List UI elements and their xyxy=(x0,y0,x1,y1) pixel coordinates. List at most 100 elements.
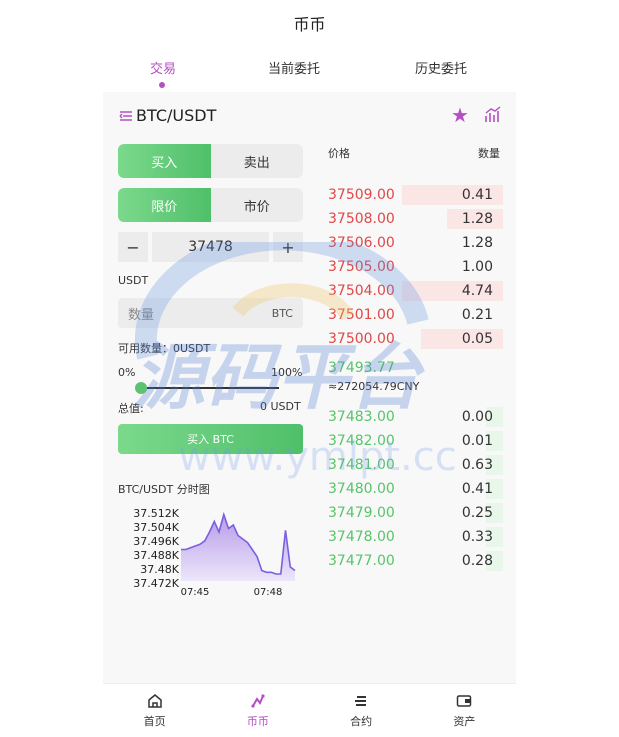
nav-assets[interactable]: 资产 xyxy=(413,684,516,737)
bid-row[interactable]: 37483.00 0.00 xyxy=(328,405,503,429)
last-price-cny: ≈272054.79CNY xyxy=(328,380,420,393)
pair-symbol[interactable]: BTC/USDT xyxy=(136,106,216,125)
top-bar: 币币 xyxy=(103,0,516,46)
tab-trade[interactable]: 交易 xyxy=(150,58,176,77)
ask-qty: 1.28 xyxy=(461,235,493,251)
quantity-input[interactable]: 数量 BTC xyxy=(118,298,303,328)
ask-price: 37501.00 xyxy=(328,307,395,323)
bid-price: 37479.00 xyxy=(328,505,395,521)
y-tick-label: 37.488K xyxy=(133,549,179,562)
nav-coin[interactable]: 币币 xyxy=(206,684,309,737)
slider-max-label: 100% xyxy=(271,366,303,379)
last-price: 37493.77 xyxy=(328,360,395,376)
bid-price: 37480.00 xyxy=(328,481,395,497)
bid-row[interactable]: 37479.00 0.25 xyxy=(328,501,503,525)
bottom-nav: 首页 币币 合约 资产 xyxy=(103,683,516,737)
ask-price: 37506.00 xyxy=(328,235,395,251)
wallet-icon xyxy=(457,695,472,707)
buy-tab[interactable]: 买入 xyxy=(118,144,211,178)
ask-price: 37504.00 xyxy=(328,283,395,299)
bid-qty: 0.25 xyxy=(461,505,493,521)
bid-row[interactable]: 37480.00 0.41 xyxy=(328,477,503,501)
buy-submit-button[interactable]: 买入 BTC xyxy=(118,424,303,454)
tab-history-orders[interactable]: 历史委托 xyxy=(415,58,467,77)
quantity-unit: BTC xyxy=(271,306,293,320)
mini-chart-title: BTC/USDT 分时图 xyxy=(118,483,210,496)
ask-row[interactable]: 37508.00 1.28 xyxy=(328,207,503,231)
bar-chart-icon[interactable] xyxy=(483,104,503,124)
home-icon xyxy=(147,694,162,708)
nav-contract[interactable]: 合约 xyxy=(310,684,413,737)
x-tick-label: 07:48 xyxy=(254,587,283,598)
bid-price: 37478.00 xyxy=(328,529,395,545)
active-tab-indicator xyxy=(159,82,165,88)
sell-tab[interactable]: 卖出 xyxy=(211,144,304,178)
bid-price: 37482.00 xyxy=(328,433,395,449)
price-time-chart: 37.512K37.504K37.496K37.488K37.48K37.472… xyxy=(133,507,296,598)
ask-price: 37509.00 xyxy=(328,187,395,203)
ask-price: 37500.00 xyxy=(328,331,395,347)
nav-home-label: 首页 xyxy=(143,715,166,728)
price-input[interactable]: 37478 xyxy=(152,232,269,262)
ask-qty: 1.28 xyxy=(461,211,493,227)
ask-price: 37505.00 xyxy=(328,259,395,275)
slider-min-label: 0% xyxy=(118,366,136,379)
price-stepper: − 37478 + xyxy=(118,232,303,262)
total-value: 0 USDT xyxy=(260,400,301,413)
ask-qty: 4.74 xyxy=(461,283,493,299)
bid-price: 37477.00 xyxy=(328,553,395,569)
ask-row[interactable]: 37504.00 4.74 xyxy=(328,279,503,303)
price-unit-label: USDT xyxy=(118,274,149,287)
order-type-toggle: 限价 市价 xyxy=(118,188,303,222)
ask-row[interactable]: 37505.00 1.00 xyxy=(328,255,503,279)
price-increase-button[interactable]: + xyxy=(273,232,303,262)
bid-qty: 0.01 xyxy=(461,433,493,449)
available-balance: 可用数量：0USDT xyxy=(118,342,211,355)
ask-row[interactable]: 37506.00 1.28 xyxy=(328,231,503,255)
y-tick-label: 37.504K xyxy=(133,521,179,534)
ask-qty: 0.41 xyxy=(461,187,493,203)
nav-home[interactable]: 首页 xyxy=(103,684,206,737)
percent-slider-track[interactable] xyxy=(141,387,279,389)
y-tick-label: 37.512K xyxy=(133,507,179,520)
page-title: 币币 xyxy=(293,15,326,34)
percent-slider-handle[interactable] xyxy=(135,382,147,394)
bid-row[interactable]: 37477.00 0.28 xyxy=(328,549,503,573)
orderbook-price-header: 价格 xyxy=(328,147,350,160)
ask-row[interactable]: 37509.00 0.41 xyxy=(328,183,503,207)
bid-price: 37483.00 xyxy=(328,409,395,425)
y-tick-label: 37.472K xyxy=(133,577,179,590)
quantity-placeholder: 数量 xyxy=(128,307,155,323)
total-label: 总值: xyxy=(118,402,144,415)
ask-qty: 1.00 xyxy=(461,259,493,275)
nav-contract-label: 合约 xyxy=(350,715,373,728)
market-order-tab[interactable]: 市价 xyxy=(211,188,304,222)
ask-qty: 0.05 xyxy=(461,331,493,347)
bid-qty: 0.33 xyxy=(461,529,493,545)
pair-bar: BTC/USDT ★ xyxy=(103,100,516,134)
ask-row[interactable]: 37500.00 0.05 xyxy=(328,327,503,351)
tab-current-orders[interactable]: 当前委托 xyxy=(268,58,320,77)
ask-row[interactable]: 37501.00 0.21 xyxy=(328,303,503,327)
app-screen: 币币 交易 当前委托 历史委托 BTC/USDT ★ 买入 卖出 限价 市价 −… xyxy=(103,0,516,737)
bid-qty: 0.63 xyxy=(461,457,493,473)
nav-coin-label: 币币 xyxy=(246,715,269,728)
y-tick-label: 37.496K xyxy=(133,535,179,548)
coin-exchange-icon xyxy=(251,694,265,708)
chart-area xyxy=(181,514,295,581)
ask-qty: 0.21 xyxy=(461,307,493,323)
bid-qty: 0.41 xyxy=(461,481,493,497)
buy-sell-toggle: 买入 卖出 xyxy=(118,144,303,178)
ask-price: 37508.00 xyxy=(328,211,395,227)
bid-qty: 0.28 xyxy=(461,553,493,569)
price-decrease-button[interactable]: − xyxy=(118,232,148,262)
list-menu-icon[interactable] xyxy=(118,108,134,124)
star-icon[interactable]: ★ xyxy=(451,103,469,127)
bid-row[interactable]: 37482.00 0.01 xyxy=(328,429,503,453)
bid-row[interactable]: 37481.00 0.63 xyxy=(328,453,503,477)
orderbook-qty-header: 数量 xyxy=(478,147,500,160)
bid-row[interactable]: 37478.00 0.33 xyxy=(328,525,503,549)
limit-order-tab[interactable]: 限价 xyxy=(118,188,211,222)
x-tick-label: 07:45 xyxy=(181,587,210,598)
bid-price: 37481.00 xyxy=(328,457,395,473)
